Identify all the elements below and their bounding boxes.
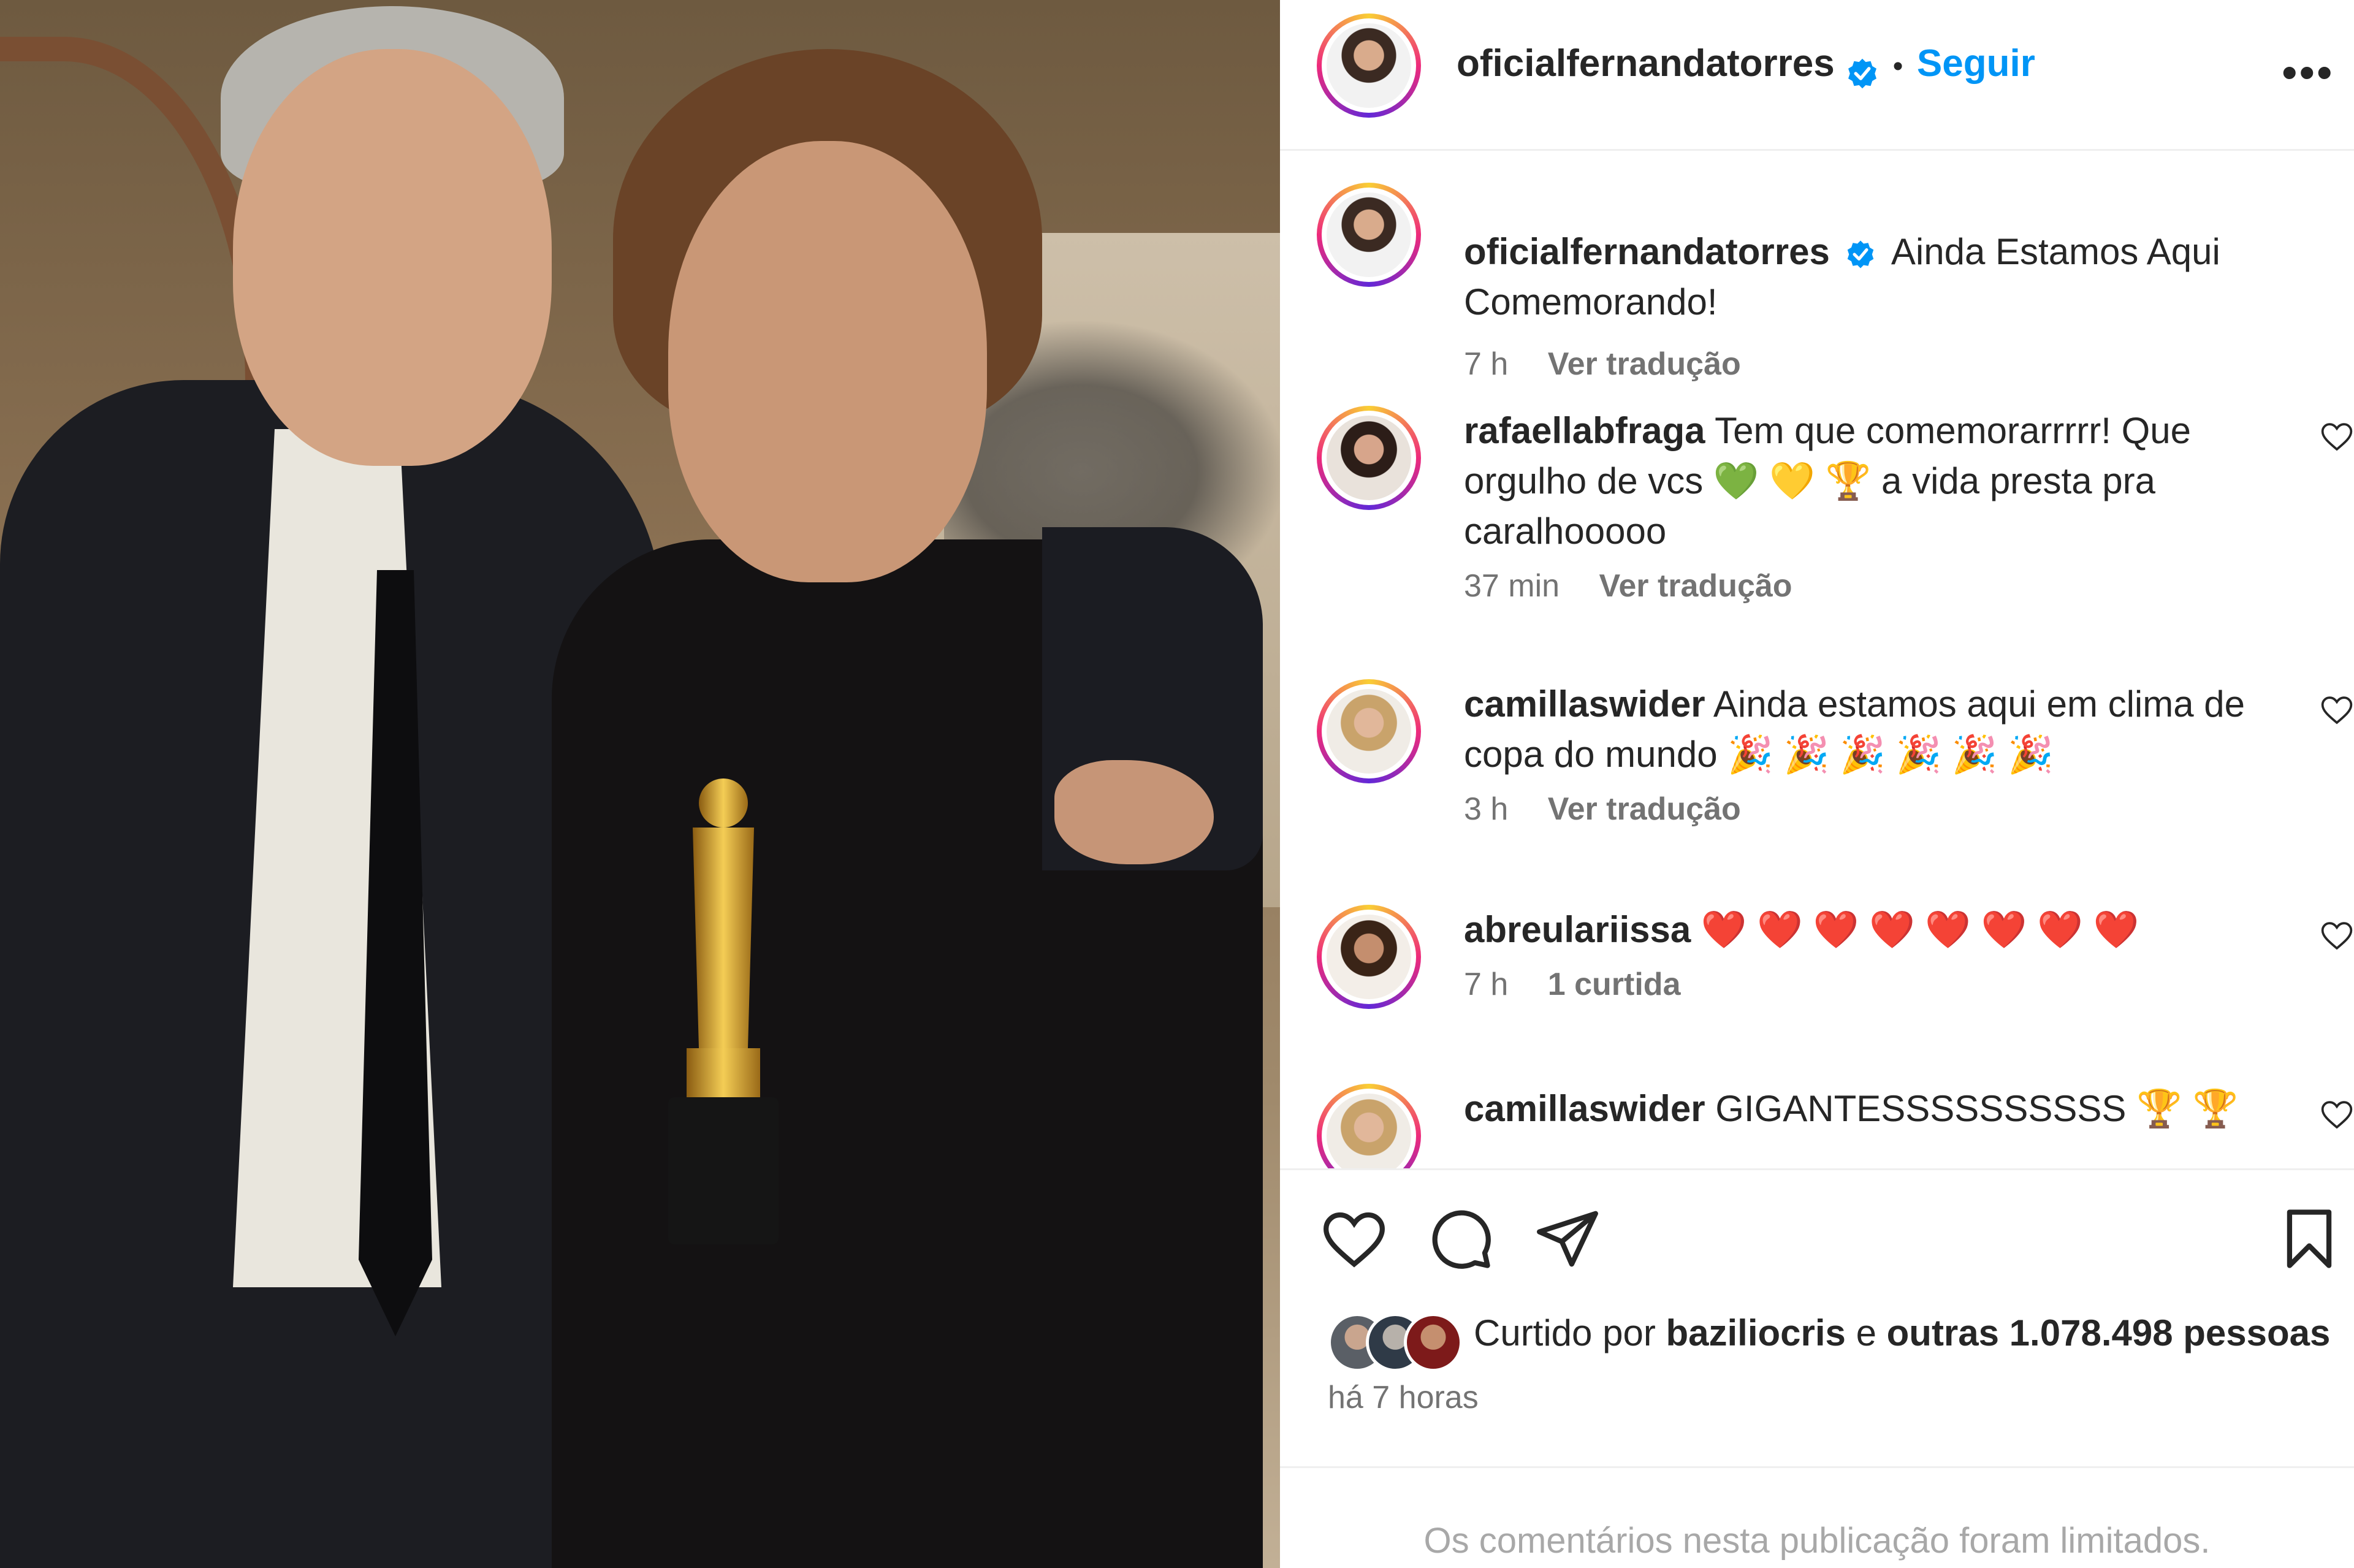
likes-user-link[interactable]: baziliocris [1666,1312,1845,1353]
commenter-avatar[interactable] [1317,679,1421,783]
header-identity: oficialfernandatorres • Seguir [1457,42,2035,90]
comment-username[interactable]: abreulariissa [1464,909,1691,950]
likes-others-link[interactable]: outras 1.078.498 pessoas [1887,1312,2331,1353]
footer-divider [1280,1466,2354,1468]
comment-username[interactable]: camillaswider [1464,683,1705,725]
comment-meta: 7 h 1 curtida [1464,966,1711,1003]
comment-time[interactable]: 3 h [1464,791,1508,827]
caption-text: oficialfernandatorres Ainda Estamos Aqui… [1464,227,2354,327]
caption-avatar[interactable] [1317,183,1421,287]
comments-list[interactable]: oficialfernandatorres Ainda Estamos Aqui… [1280,151,2354,1168]
post-photo[interactable] [0,0,1280,1568]
like-comment-heart-icon[interactable] [2320,419,2354,454]
comment-meta: 3 h Ver tradução [1464,791,1772,828]
commenter-avatar[interactable] [1317,406,1421,510]
caption-translate-link[interactable]: Ver tradução [1548,346,1741,382]
comment-translate-link[interactable]: Ver tradução [1599,568,1792,604]
comments-limited-notice: Os comentários nesta publicação foram li… [1423,1521,2211,1561]
post-timestamp[interactable]: há 7 horas [1328,1379,1479,1416]
verified-badge-icon [1847,240,1873,268]
caption-meta: 7 h Ver tradução [1464,346,1772,382]
likes-conjunction: e [1856,1312,1876,1353]
oscar-statuette [668,778,779,1244]
liker-avatar[interactable] [1404,1313,1463,1372]
comment-time[interactable]: 7 h [1464,967,1508,1002]
comment-line: caralhooooo [1464,511,1667,552]
caption-time[interactable]: 7 h [1464,346,1508,382]
likes-prefix: Curtido por [1474,1312,1656,1353]
more-options-icon[interactable]: ••• [2282,48,2334,97]
follow-button[interactable]: Seguir [1917,42,2035,85]
comment-line: Ainda estamos aqui em clima de [1713,683,2245,725]
comment-text: abreulariissa ❤️ ❤️ ❤️ ❤️ ❤️ ❤️ ❤️ ❤️ [1464,905,2354,955]
caption-line-2: Comemorando! [1464,281,1718,322]
like-comment-heart-icon[interactable] [2320,1097,2354,1132]
comment-line: orgulho de vcs 💚 💛 🏆 a vida presta pra [1464,460,2155,501]
comment-username[interactable]: rafaellabfraga [1464,410,1705,451]
comment-text: camillaswider GIGANTESSSSSSSSSS 🏆 🏆 [1464,1084,2354,1134]
comment-translate-link[interactable]: Ver tradução [1548,791,1741,827]
commenter-avatar[interactable] [1317,905,1421,1009]
header-separator: • [1892,50,1903,83]
comment-line: copa do mundo 🎉 🎉 🎉 🎉 🎉 🎉 [1464,734,2054,775]
author-avatar[interactable] [1317,13,1421,118]
comment-line: ❤️ ❤️ ❤️ ❤️ ❤️ ❤️ ❤️ ❤️ [1701,909,2139,950]
caption-line-1: Ainda Estamos Aqui [1891,231,2220,272]
comment-like-count[interactable]: 1 curtida [1548,967,1681,1002]
man-face [233,49,552,466]
post-sidebar: oficialfernandatorres • Seguir ••• ofici… [1280,0,2354,1568]
paper-plane-icon[interactable] [1534,1205,1601,1273]
author-username[interactable]: oficialfernandatorres [1457,42,1835,85]
post-header: oficialfernandatorres • Seguir ••• [1280,0,2354,151]
woman-face [668,141,987,582]
comment-bubble-icon[interactable] [1427,1205,1495,1273]
comment-text: camillaswider Ainda estamos aqui em clim… [1464,679,2354,780]
comment-line: GIGANTESSSSSSSSSS 🏆 🏆 [1715,1088,2239,1129]
comment-meta: 37 min Ver tradução [1464,568,1823,604]
comment-username[interactable]: camillaswider [1464,1088,1705,1129]
like-comment-heart-icon[interactable] [2320,918,2354,953]
actions-divider [1280,1168,2354,1170]
comment-line: Tem que comemorarrrrr! Que [1715,410,2191,451]
like-comment-heart-icon[interactable] [2320,693,2354,727]
likes-summary: Curtido por baziliocris e outras 1.078.4… [1474,1312,2330,1354]
verified-badge-icon [1848,58,1877,89]
caption-username[interactable]: oficialfernandatorres [1464,231,1830,272]
commenter-avatar[interactable] [1317,1084,1421,1168]
bookmark-icon[interactable] [2276,1205,2343,1273]
heart-icon[interactable] [1320,1205,1388,1273]
comment-time[interactable]: 37 min [1464,568,1560,604]
comment-text: rafaellabfraga Tem que comemorarrrrr! Qu… [1464,406,2354,557]
